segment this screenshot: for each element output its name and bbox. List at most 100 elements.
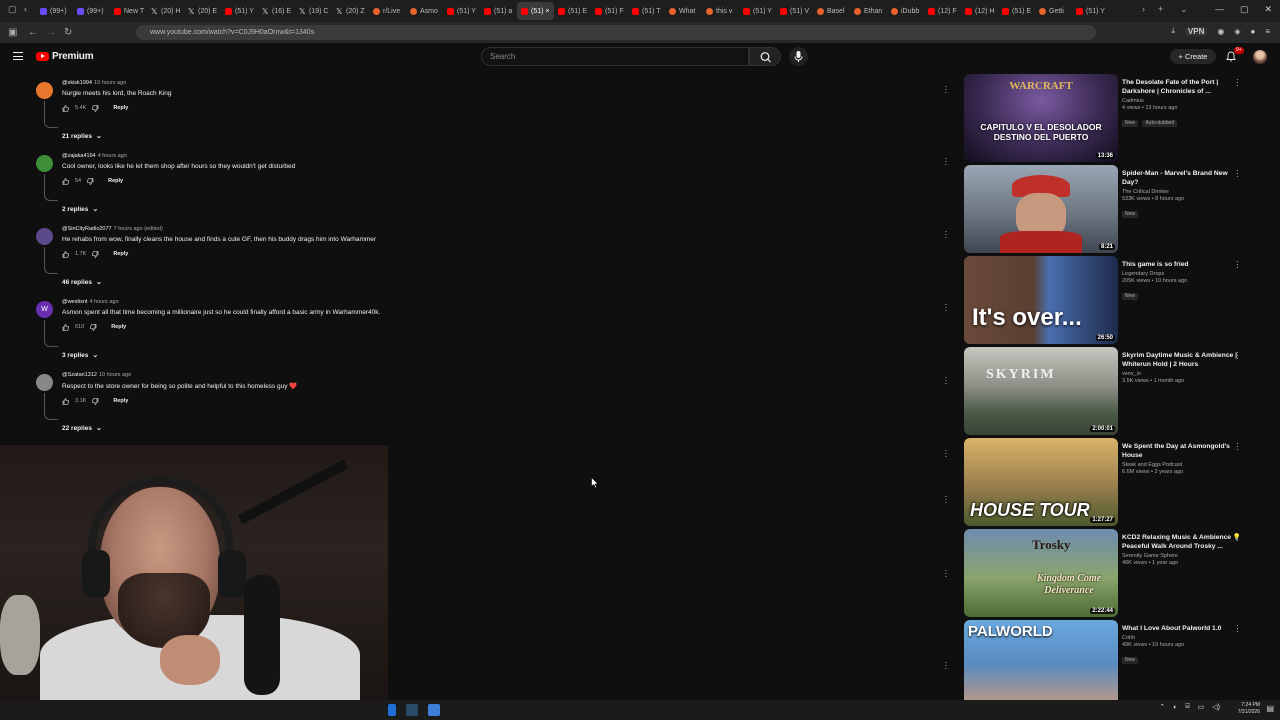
browser-tab[interactable]: 𝕏 (20) Z (332, 2, 369, 20)
video-more-icon[interactable]: · · · (1236, 76, 1239, 90)
video-title[interactable]: The Desolate Fate of the Port | Darkshor… (1122, 78, 1242, 96)
browser-tab[interactable]: 𝕏 (20) E (184, 2, 221, 20)
extension-icon[interactable]: ◈ (1234, 27, 1240, 36)
browser-tab[interactable]: (51) E (554, 2, 591, 20)
dislike-icon[interactable] (92, 104, 99, 112)
commenter-avatar[interactable]: W (36, 301, 53, 318)
tab-scroll-right-icon[interactable]: › (1142, 4, 1145, 14)
view-replies-button[interactable]: 22 replies ⌄ (62, 424, 102, 433)
tray-app-icon[interactable]: ◐ (1173, 704, 1177, 711)
video-thumbnail[interactable]: 8:21 (964, 165, 1118, 253)
commenter-avatar[interactable] (36, 155, 53, 172)
comment-time[interactable]: 10 hours ago (99, 372, 131, 378)
browser-tab[interactable]: (51) a (480, 2, 517, 20)
steam-icon[interactable] (406, 704, 418, 716)
video-channel[interactable]: Serenity Game Sphere (1122, 553, 1242, 559)
account-avatar[interactable] (1253, 50, 1267, 64)
more-actions-icon[interactable]: · · · (944, 155, 948, 169)
browser-tab[interactable]: (12) H (961, 2, 998, 20)
video-more-icon[interactable]: · · · (1236, 167, 1239, 181)
like-icon[interactable] (62, 397, 69, 405)
dislike-icon[interactable] (87, 177, 94, 185)
video-title[interactable]: This game is so fried (1122, 260, 1242, 269)
browser-tab[interactable]: 𝕏 (16) E (258, 2, 295, 20)
comment-time[interactable]: 4 hours ago (89, 299, 118, 305)
reply-button[interactable]: Reply (113, 251, 128, 257)
download-icon[interactable]: ⤓ (1171, 26, 1175, 36)
comment-time[interactable]: 7 hours ago (edited) (114, 226, 163, 232)
view-replies-button[interactable]: 2 replies ⌄ (62, 205, 98, 214)
video-thumbnail[interactable]: Trosky Kingdom Come Deliverance 2:22:44 (964, 529, 1118, 617)
video-title[interactable]: What I Love About Palworld 1.0 (1122, 624, 1242, 633)
browser-tab[interactable]: New T (110, 2, 147, 20)
tray-network-icon[interactable]: ⌸ (1185, 703, 1189, 711)
like-icon[interactable] (62, 250, 69, 258)
commenter-avatar[interactable] (36, 228, 53, 245)
video-title[interactable]: Spider-Man - Marvel's Brand New Day? (1122, 169, 1242, 187)
tray-volume-icon[interactable]: ◁) (1212, 703, 1220, 711)
browser-tab[interactable]: (51) Y (739, 2, 776, 20)
browser-tab[interactable]: (99+) (36, 2, 73, 20)
vpn-badge[interactable]: VPN (1184, 26, 1208, 36)
reply-button[interactable]: Reply (108, 178, 123, 184)
more-actions-icon[interactable]: · · · (944, 493, 948, 507)
commenter-avatar[interactable] (36, 82, 53, 99)
browser-tab[interactable]: (51) Y (443, 2, 480, 20)
comment-author[interactable]: @skisk1994 (62, 80, 92, 86)
browser-tab[interactable]: 𝕏 (20) H (147, 2, 184, 20)
browser-tab[interactable]: (51) Y (221, 2, 258, 20)
taskbar-browser-icon[interactable] (428, 704, 440, 716)
tray-display-icon[interactable]: ▭ (1198, 703, 1205, 711)
comment-author[interactable]: @westisnt (62, 299, 87, 305)
browser-tab[interactable]: (51) × (517, 2, 554, 20)
system-clock[interactable]: 7:24 PM 7/31/2026 (1238, 702, 1260, 716)
related-video-card[interactable]: Trosky Kingdom Come Deliverance 2:22:44 … (964, 529, 1274, 617)
wallet-icon[interactable]: ◉ (1217, 27, 1224, 36)
new-tab-icon[interactable]: + (1158, 4, 1163, 14)
view-replies-button[interactable]: 46 replies ⌄ (62, 278, 102, 287)
reload-icon[interactable]: ↻ (64, 27, 74, 38)
browser-tab[interactable]: 𝕏 (19) C (295, 2, 332, 20)
browser-tab[interactable]: (51) F (591, 2, 628, 20)
video-more-icon[interactable]: · · · (1236, 622, 1239, 636)
video-title[interactable]: KCD2 Relaxing Music & Ambience 💡 Peacefu… (1122, 533, 1242, 551)
like-icon[interactable] (62, 323, 69, 331)
browser-tab[interactable]: Asmo (406, 2, 443, 20)
browser-tab[interactable]: (99+) (73, 2, 110, 20)
profile-icon[interactable]: ● (1250, 27, 1255, 36)
video-thumbnail[interactable]: HOUSE TOUR 1:27:27 (964, 438, 1118, 526)
forward-icon[interactable]: → (46, 27, 56, 38)
related-video-card[interactable]: HOUSE TOUR 1:27:27 We Spent the Day at A… (964, 438, 1274, 526)
video-channel[interactable]: Cohh (1122, 635, 1242, 641)
tray-chevron-icon[interactable]: ⌃ (1159, 703, 1165, 711)
search-input[interactable]: Search (481, 47, 749, 66)
video-channel[interactable]: Steak and Eggs Podcast (1122, 462, 1242, 468)
reply-button[interactable]: Reply (111, 324, 126, 330)
video-channel[interactable]: The Critical Drinker (1122, 189, 1242, 195)
guide-menu-icon[interactable] (13, 52, 23, 60)
video-thumbnail[interactable]: WARCRAFT CAPITULO V EL DESOLADOR DESTINO… (964, 74, 1118, 162)
close-window-icon[interactable]: ✕ (1264, 4, 1272, 15)
video-more-icon[interactable]: · · · (1236, 440, 1239, 454)
like-icon[interactable] (62, 177, 69, 185)
video-thumbnail[interactable]: PALWORLD (964, 620, 1118, 708)
more-actions-icon[interactable]: · · · (944, 447, 948, 461)
browser-tab[interactable]: (51) T (628, 2, 665, 20)
search-button[interactable] (749, 47, 781, 66)
comment-author[interactable]: @zajaka4164 (62, 153, 96, 159)
comment-author[interactable]: @Szatan1312 (62, 372, 97, 378)
create-button[interactable]: + Create (1170, 49, 1216, 64)
url-field[interactable]: www.youtube.com/watch?v=C0J9H0aOrnw&t=13… (136, 25, 1096, 40)
tab-search-icon[interactable]: ▢ (8, 4, 17, 15)
notification-center-icon[interactable]: ▤ (1266, 704, 1274, 713)
video-channel[interactable]: venv_io (1122, 371, 1242, 377)
comment-time[interactable]: 10 hours ago (94, 80, 126, 86)
more-actions-icon[interactable]: · · · (944, 228, 948, 242)
more-actions-icon[interactable]: · · · (944, 567, 948, 581)
voice-search-button[interactable] (789, 47, 808, 66)
back-icon[interactable]: ← (28, 27, 38, 38)
browser-tab[interactable]: Ethan (850, 2, 887, 20)
browser-tab[interactable]: (51) E (998, 2, 1035, 20)
more-actions-icon[interactable]: · · · (944, 659, 948, 673)
youtube-logo[interactable]: Premium (36, 51, 94, 62)
